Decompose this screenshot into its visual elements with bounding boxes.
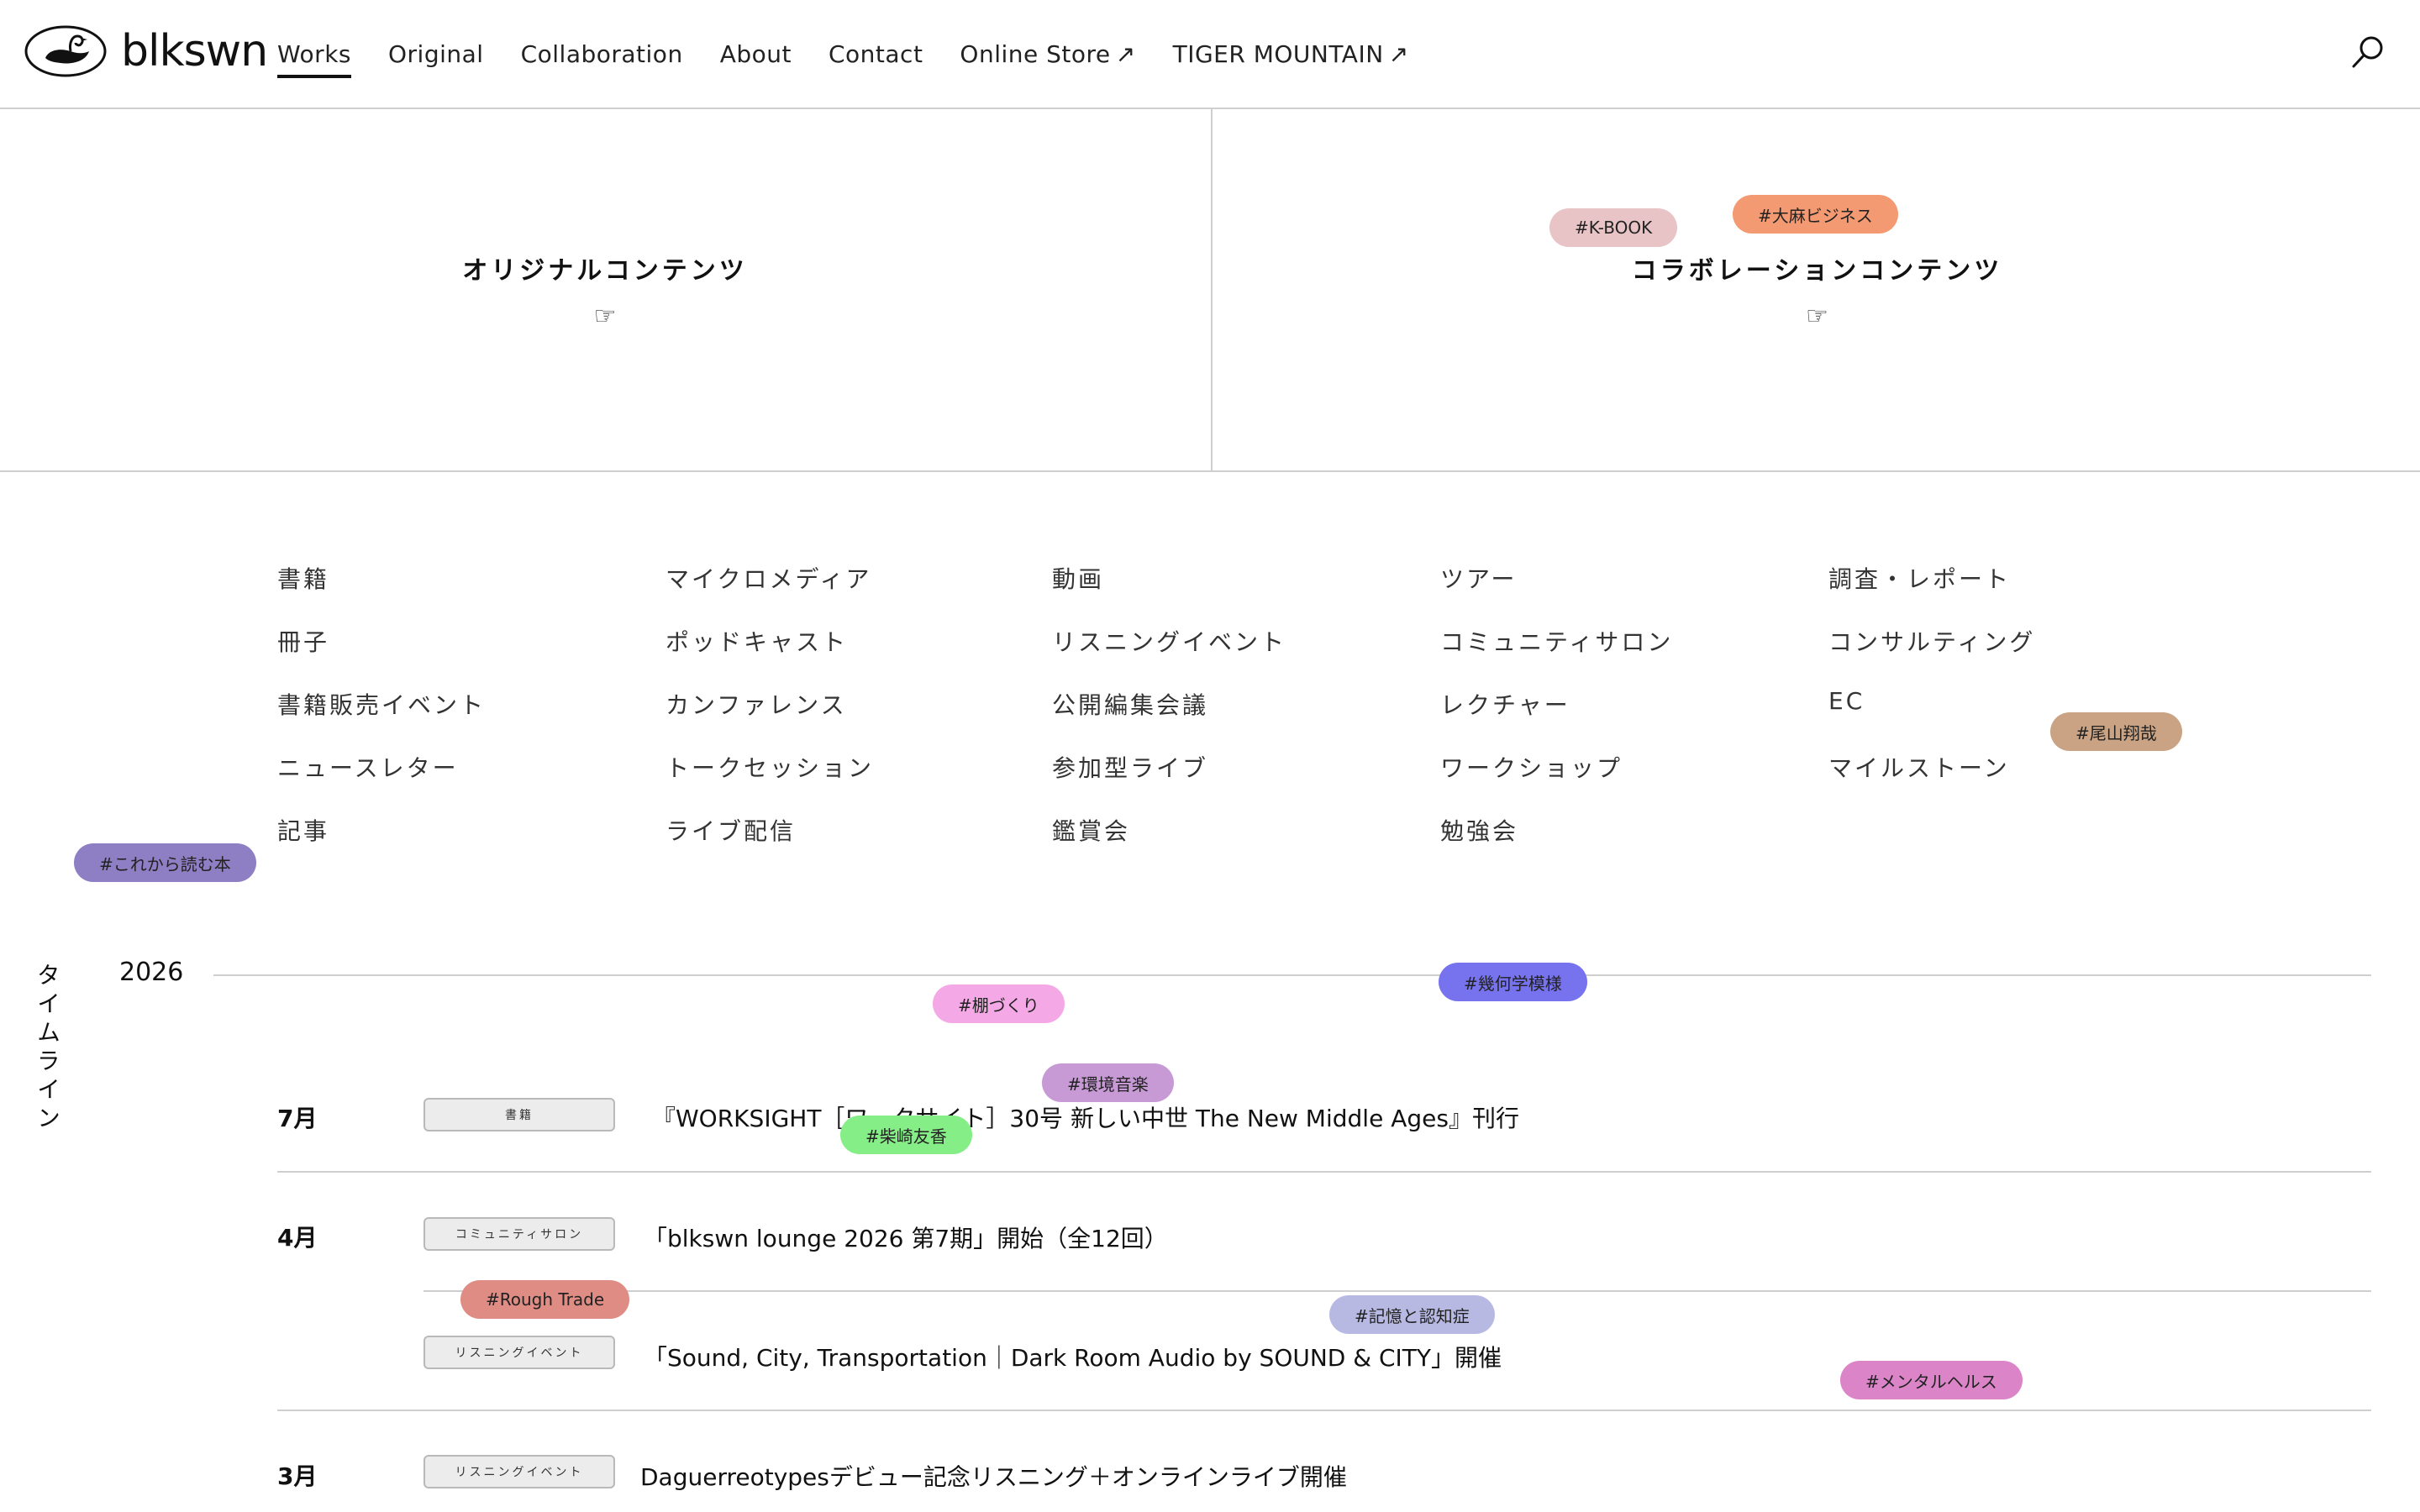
category-item[interactable]: ワークショップ bbox=[1440, 750, 1810, 813]
category-item[interactable]: マイルストーン bbox=[1828, 750, 2198, 813]
hashtag-pill[interactable]: #メンタルヘルス bbox=[1840, 1361, 2023, 1399]
category-item[interactable]: 勉強会 bbox=[1440, 813, 1810, 876]
event-category-tag[interactable]: リスニングイベント bbox=[424, 1336, 615, 1369]
category-column: 動画 リスニングイベント 公開編集会議 参加型ライブ 鑑賞会 bbox=[1052, 561, 1422, 876]
category-item[interactable]: コミュニティサロン bbox=[1440, 624, 1810, 687]
category-item[interactable]: ポッドキャスト bbox=[666, 624, 1035, 687]
original-contents-panel[interactable]: オリジナルコンテンツ ☞ bbox=[0, 109, 1210, 470]
nav-works[interactable]: Works bbox=[277, 40, 351, 78]
hashtag-pill[interactable]: #棚づくり bbox=[933, 984, 1065, 1023]
category-item[interactable]: 書籍 bbox=[277, 561, 647, 624]
external-link-icon: ↗ bbox=[1388, 40, 1409, 68]
category-item[interactable]: 参加型ライブ bbox=[1052, 750, 1422, 813]
event-title[interactable]: 「blkswn lounge 2026 第7期」開始（全12回） bbox=[644, 1221, 1168, 1254]
category-item[interactable]: トークセッション bbox=[666, 750, 1035, 813]
nav-original[interactable]: Original bbox=[388, 40, 484, 78]
timeline-label: タイムライン bbox=[34, 963, 61, 1134]
event-divider bbox=[424, 1290, 2371, 1292]
event-title[interactable]: 『WORKSIGHT［ワークサイト］30号 新しい中世 The New Midd… bbox=[652, 1100, 1519, 1134]
hashtag-pill[interactable]: #環境音楽 bbox=[1042, 1063, 1174, 1102]
category-item[interactable]: コンサルティング bbox=[1828, 624, 2198, 687]
category-column: 調査・レポート コンサルティング EC マイルストーン bbox=[1828, 561, 2198, 813]
timeline-year: 2026 bbox=[119, 958, 184, 987]
nav-tiger-mountain[interactable]: TIGER MOUNTAIN ↗ bbox=[1173, 40, 1409, 78]
event-title[interactable]: 「Sound, City, Transportation｜Dark Room A… bbox=[644, 1340, 1502, 1373]
pointing-hand-icon: ☞ bbox=[1806, 301, 1828, 331]
nav-collaboration[interactable]: Collaboration bbox=[521, 40, 683, 78]
nav-contact[interactable]: Contact bbox=[829, 40, 923, 78]
category-item[interactable]: ツアー bbox=[1440, 561, 1810, 624]
category-item[interactable]: 書籍販売イベント bbox=[277, 687, 647, 750]
category-item[interactable]: カンファレンス bbox=[666, 687, 1035, 750]
category-item[interactable]: 記事 bbox=[277, 813, 647, 876]
collaboration-contents-title: コラボレーションコンテンツ bbox=[1631, 255, 2003, 286]
event-divider bbox=[277, 1410, 2371, 1411]
category-column: マイクロメディア ポッドキャスト カンファレンス トークセッション ライブ配信 bbox=[666, 561, 1035, 876]
category-item[interactable]: 動画 bbox=[1052, 561, 1422, 624]
event-month: 4月 bbox=[277, 1224, 318, 1252]
hashtag-pill[interactable]: #大麻ビジネス bbox=[1733, 195, 1898, 234]
category-item[interactable]: 公開編集会議 bbox=[1052, 687, 1422, 750]
event-category-tag[interactable]: コミュニティサロン bbox=[424, 1217, 615, 1251]
hashtag-pill[interactable]: #記憶と認知症 bbox=[1329, 1295, 1495, 1334]
nav-tiger-mountain-label: TIGER MOUNTAIN bbox=[1172, 40, 1384, 68]
category-item[interactable]: リスニングイベント bbox=[1052, 624, 1422, 687]
hashtag-pill[interactable]: #これから読む本 bbox=[74, 843, 256, 882]
category-item[interactable]: 調査・レポート bbox=[1828, 561, 2198, 624]
original-contents-title: オリジナルコンテンツ bbox=[462, 255, 748, 286]
hashtag-pill[interactable]: #柴崎友香 bbox=[840, 1116, 972, 1154]
collaboration-contents-panel[interactable]: コラボレーションコンテンツ ☞ bbox=[1211, 109, 2420, 470]
category-item[interactable]: 冊子 bbox=[277, 624, 647, 687]
event-title[interactable]: Daguerreotypesデビュー記念リスニング＋オンラインライブ開催 bbox=[640, 1459, 1347, 1493]
nav-online-store-label: Online Store bbox=[960, 40, 1111, 68]
event-category-tag[interactable]: 書籍 bbox=[424, 1098, 615, 1131]
pointing-hand-icon: ☞ bbox=[593, 301, 617, 331]
swan-logo-icon bbox=[24, 25, 107, 77]
event-category-tag[interactable]: リスニングイベント bbox=[424, 1455, 615, 1488]
event-divider bbox=[277, 1171, 2371, 1173]
category-item[interactable]: ニュースレター bbox=[277, 750, 647, 813]
event-month: 7月 bbox=[277, 1105, 318, 1132]
category-item[interactable]: マイクロメディア bbox=[666, 561, 1035, 624]
hashtag-pill[interactable]: #尾山翔哉 bbox=[2050, 712, 2182, 751]
nav-about[interactable]: About bbox=[720, 40, 792, 78]
hashtag-pill[interactable]: #Rough Trade bbox=[460, 1280, 630, 1319]
category-item[interactable]: ライブ配信 bbox=[666, 813, 1035, 876]
year-divider bbox=[213, 974, 2371, 976]
site-header: blkswn Works Original Collaboration Abou… bbox=[0, 0, 2420, 109]
event-month: 3月 bbox=[277, 1462, 318, 1490]
logo[interactable]: blkswn bbox=[24, 24, 268, 79]
logo-text: blkswn bbox=[121, 26, 268, 76]
hashtag-pill[interactable]: #幾何学模様 bbox=[1439, 963, 1587, 1001]
category-item[interactable]: 鑑賞会 bbox=[1052, 813, 1422, 876]
hero-split: オリジナルコンテンツ ☞ コラボレーションコンテンツ ☞ bbox=[0, 109, 2420, 472]
external-link-icon: ↗ bbox=[1115, 40, 1136, 68]
hashtag-pill[interactable]: #K-BOOK bbox=[1549, 208, 1678, 247]
category-column: ツアー コミュニティサロン レクチャー ワークショップ 勉強会 bbox=[1440, 561, 1810, 876]
main-nav: Works Original Collaboration About Conta… bbox=[277, 40, 1409, 78]
category-column: 書籍 冊子 書籍販売イベント ニュースレター 記事 bbox=[277, 561, 647, 876]
category-item[interactable]: レクチャー bbox=[1440, 687, 1810, 750]
nav-online-store[interactable]: Online Store ↗ bbox=[960, 40, 1135, 78]
search-icon[interactable] bbox=[2349, 34, 2386, 71]
